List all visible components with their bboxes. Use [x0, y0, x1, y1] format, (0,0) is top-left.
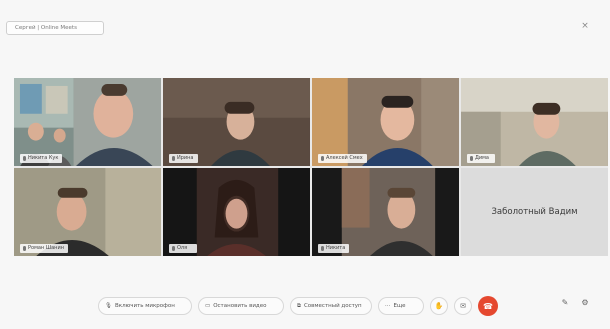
participant-tile[interactable]: Оля	[163, 168, 310, 256]
participant-nameplate: Алексей Смех	[318, 154, 367, 163]
participant-tile[interactable]: Ирина	[163, 78, 310, 166]
meeting-info-pill[interactable]: Сергей | Online Meets	[6, 21, 104, 35]
participant-name: Никита	[326, 245, 346, 251]
chat-icon[interactable]: ✉	[454, 297, 472, 315]
participant-video	[14, 78, 161, 166]
meeting-toolbar: 🎙 Включить микрофон ▭ Остановить видео ⧉…	[98, 293, 512, 319]
participant-name: Ирина	[177, 155, 194, 161]
participant-tile[interactable]: Никита	[312, 168, 459, 256]
mic-icon	[321, 246, 324, 251]
participant-video	[14, 168, 161, 256]
participant-tile[interactable]: Дима	[461, 78, 608, 166]
participant-name: Заболотный Вадим	[491, 207, 578, 217]
more-button[interactable]: ⋯ Еще	[378, 297, 424, 315]
screen-share-button[interactable]: ⧉ Совместный доступ	[290, 297, 372, 315]
screen-share-button-label: Совместный доступ	[303, 303, 362, 309]
bookmarks-bar	[0, 0, 610, 14]
mic-toggle-button[interactable]: 🎙 Включить микрофон	[98, 297, 192, 315]
participant-nameplate: Роман Шанин	[20, 244, 68, 253]
mic-icon	[470, 156, 473, 161]
participant-name: Оля	[177, 245, 188, 251]
camera-button-label: Остановить видео	[213, 303, 267, 309]
mic-button-label: Включить микрофон	[114, 303, 175, 309]
mic-icon	[23, 246, 26, 251]
participant-tile[interactable]: Никита Кук	[14, 78, 161, 166]
participant-name: Алексей Смех	[326, 155, 363, 161]
mic-icon	[321, 156, 324, 161]
mic-icon	[172, 246, 175, 251]
participant-video	[163, 78, 310, 166]
participant-name: Роман Шанин	[28, 245, 64, 251]
more-icon: ⋯	[385, 303, 391, 309]
participant-video	[312, 78, 459, 166]
meeting-title: Сергей | Online Meets	[15, 25, 77, 31]
right-tools: ✎ ⚙	[558, 296, 592, 310]
participant-video	[312, 168, 459, 256]
video-grid: Никита Кук Ирина Алексей Смех Дима Роман…	[14, 78, 608, 256]
camera-icon: ▭	[205, 303, 211, 309]
close-icon[interactable]: ×	[579, 20, 591, 32]
participant-video	[461, 78, 608, 166]
participant-tile[interactable]: Алексей Смех	[312, 78, 459, 166]
participant-video	[163, 168, 310, 256]
mic-icon	[172, 156, 175, 161]
mic-icon	[23, 156, 26, 161]
settings-icon[interactable]: ⚙	[578, 296, 592, 310]
pencil-icon[interactable]: ✎	[558, 296, 572, 310]
participant-tile[interactable]: Роман Шанин	[14, 168, 161, 256]
more-button-label: Еще	[393, 303, 406, 309]
participant-nameplate: Ирина	[169, 154, 198, 163]
participant-nameplate: Дима	[467, 154, 495, 163]
participant-nameplate: Оля	[169, 244, 197, 253]
participant-name: Дима	[475, 155, 489, 161]
camera-toggle-button[interactable]: ▭ Остановить видео	[198, 297, 284, 315]
end-call-icon[interactable]: ☎	[478, 296, 498, 316]
mic-icon: 🎙	[105, 303, 112, 309]
screen-share-icon: ⧉	[297, 302, 301, 309]
participant-nameplate: Никита Кук	[20, 154, 63, 163]
participant-tile-no-video[interactable]: Заболотный Вадим	[461, 168, 608, 256]
participant-nameplate: Никита	[318, 244, 350, 253]
participant-name: Никита Кук	[28, 155, 59, 161]
hand-icon[interactable]: ✋	[430, 297, 448, 315]
